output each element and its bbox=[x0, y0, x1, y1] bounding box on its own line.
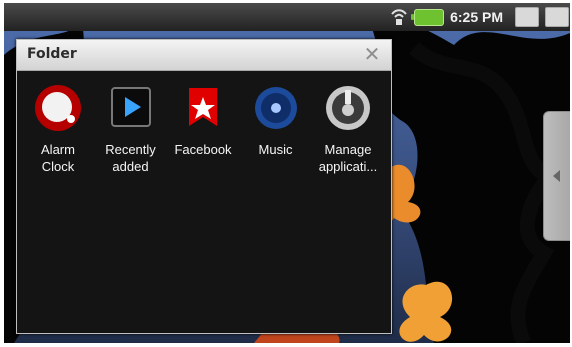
app-recently-added[interactable]: Recently added bbox=[96, 83, 166, 174]
facebook-icon bbox=[189, 88, 217, 126]
usb-debugging-icon bbox=[545, 7, 569, 27]
status-time: 6:25 PM bbox=[450, 9, 503, 25]
wifi-signal-icon bbox=[390, 6, 408, 28]
app-music[interactable]: Music bbox=[241, 83, 311, 173]
music-icon bbox=[254, 87, 297, 129]
app-manage-applications[interactable]: Manage applicati... bbox=[313, 83, 383, 174]
app-label-manage-applications: Manage applicati... bbox=[318, 142, 378, 174]
battery-icon bbox=[411, 8, 445, 26]
folder-apps: Alarm Clock Recently added Facebook Musi… bbox=[23, 83, 383, 174]
app-label-music: Music bbox=[258, 142, 293, 157]
app-label-recently-added: Recently added bbox=[105, 142, 156, 174]
close-icon[interactable]: ✕ bbox=[360, 42, 384, 66]
android-home-screen: 6:25 PM Folder ✕ Alarm Clock Recently ad… bbox=[4, 3, 570, 343]
folder-header: Folder ✕ bbox=[17, 40, 391, 71]
recently-added-icon bbox=[110, 87, 151, 127]
usb-connected-icon bbox=[515, 7, 539, 27]
app-label-alarm-clock: Alarm Clock bbox=[41, 142, 75, 174]
app-facebook[interactable]: Facebook bbox=[168, 83, 238, 173]
folder-title: Folder bbox=[27, 46, 77, 62]
folder-window: Folder ✕ Alarm Clock Recently added Face… bbox=[16, 39, 392, 334]
app-drawer-handle[interactable] bbox=[543, 111, 570, 241]
app-alarm-clock[interactable]: Alarm Clock bbox=[23, 83, 93, 174]
alarm-clock-icon bbox=[35, 85, 81, 131]
manage-applications-icon bbox=[326, 86, 370, 130]
status-bar: 6:25 PM bbox=[4, 3, 570, 31]
app-label-facebook: Facebook bbox=[174, 142, 232, 157]
